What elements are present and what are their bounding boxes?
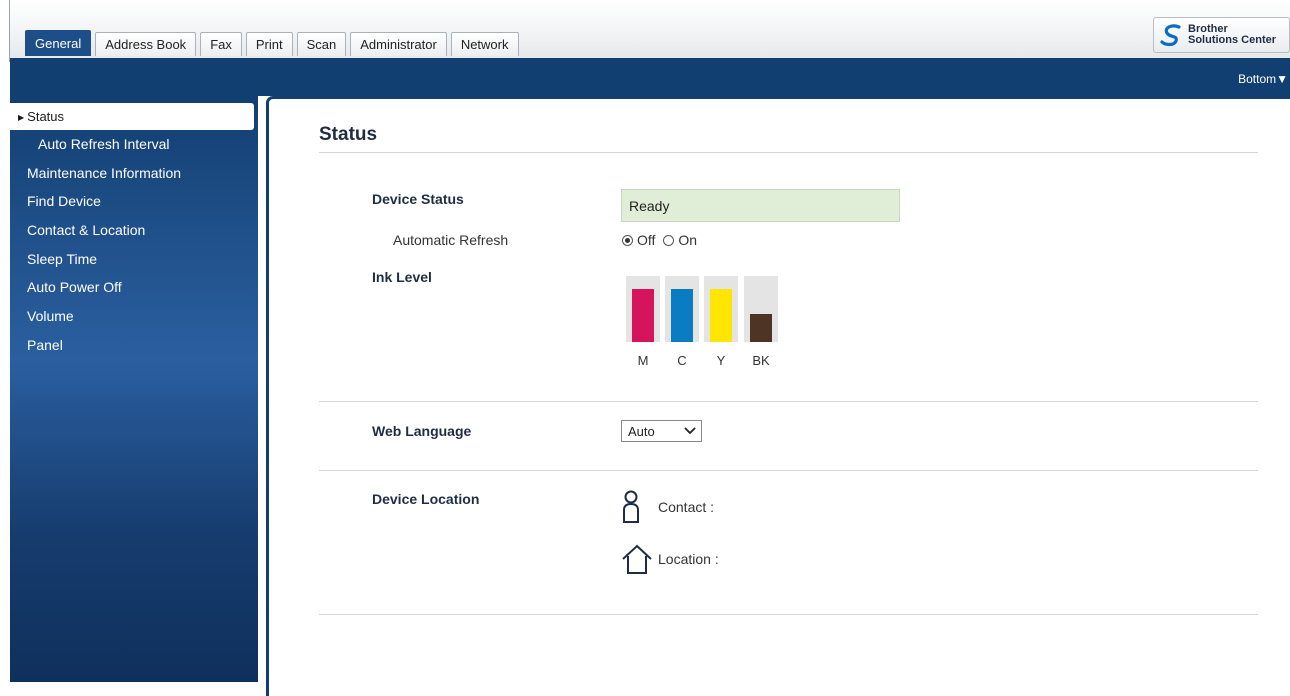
refresh-on-label: On	[678, 232, 698, 248]
automatic-refresh-options: Off On	[622, 232, 697, 248]
refresh-on-radio[interactable]	[663, 234, 675, 246]
ink-label-m: M	[637, 353, 649, 368]
ink-level-label: Ink Level	[372, 269, 432, 285]
person-icon	[623, 490, 639, 523]
section-divider	[319, 614, 1258, 615]
sidebar	[10, 96, 258, 682]
web-language-label: Web Language	[372, 423, 472, 439]
sidebar-item-auto-refresh-interval[interactable]: Auto Refresh Interval	[38, 136, 170, 152]
tab-fax[interactable]: Fax	[200, 32, 242, 56]
caret-right-icon: ▶	[18, 113, 25, 122]
automatic-refresh-label: Automatic Refresh	[393, 232, 509, 248]
sidebar-item-panel[interactable]: Panel	[27, 337, 63, 353]
solutions-center-line2: Solutions Center	[1188, 34, 1277, 46]
tab-administrator[interactable]: Administrator	[350, 32, 447, 56]
section-divider	[319, 401, 1258, 402]
page-title: Status	[319, 124, 378, 145]
sidebar-item-maintenance-information[interactable]: Maintenance Information	[27, 165, 181, 181]
refresh-off-label: Off	[637, 232, 656, 248]
sidebar-item-auto-power-off[interactable]: Auto Power Off	[27, 279, 122, 295]
tab-network[interactable]: Network	[450, 32, 519, 56]
chevron-down-icon	[684, 427, 696, 435]
ink-label-y: Y	[716, 353, 726, 368]
brother-logo-icon	[1160, 24, 1181, 47]
location-row: Location :	[620, 542, 719, 576]
solutions-center-button[interactable]: Brother Solutions Center	[1153, 17, 1290, 53]
ink-fill-m	[632, 289, 654, 342]
sidebar-item-contact-location[interactable]: Contact & Location	[27, 222, 145, 238]
refresh-off-radio[interactable]	[622, 234, 633, 246]
solutions-center-label: Brother Solutions Center	[1188, 24, 1276, 46]
sidebar-item-sleep-time[interactable]: Sleep Time	[27, 251, 97, 267]
device-location-label: Device Location	[372, 491, 480, 507]
tab-print[interactable]: Print	[245, 32, 293, 56]
device-status-label: Device Status	[372, 191, 464, 207]
tab-general[interactable]: General	[25, 30, 92, 56]
ink-gauge-bk	[744, 276, 778, 342]
contact-label: Contact :	[658, 499, 715, 515]
contact-row: Contact :	[620, 489, 714, 525]
tab-list: General Address Book Fax Print Scan Admi…	[25, 30, 523, 56]
header-band: Bottom▼	[10, 58, 1290, 96]
title-divider	[319, 152, 1258, 153]
web-language-select[interactable]: Auto	[621, 420, 702, 442]
tab-address-book[interactable]: Address Book	[95, 32, 197, 56]
ink-gauge-y	[704, 276, 738, 342]
ink-fill-c	[671, 289, 693, 342]
ink-fill-y	[710, 289, 732, 342]
ink-gauge-c	[665, 276, 699, 342]
sidebar-item-status[interactable]: ▶ Status	[10, 103, 254, 130]
house-icon	[622, 544, 652, 574]
sidebar-item-volume[interactable]: Volume	[27, 308, 74, 324]
section-divider	[319, 470, 1258, 471]
tab-scan[interactable]: Scan	[296, 32, 347, 56]
sidebar-item-find-device[interactable]: Find Device	[27, 193, 101, 209]
location-label: Location :	[658, 551, 719, 567]
ink-gauge-m	[626, 276, 660, 342]
content-panel	[266, 96, 1290, 696]
bottom-link[interactable]: Bottom▼	[1238, 72, 1288, 86]
device-status-value: Ready	[621, 189, 900, 222]
web-language-value: Auto	[628, 423, 655, 439]
sidebar-item-label: Status	[27, 109, 65, 124]
ink-fill-bk	[750, 314, 772, 342]
ink-label-c: C	[677, 353, 687, 368]
top-tab-bar: General Address Book Fax Print Scan Admi…	[10, 0, 1290, 58]
ink-label-bk: BK	[752, 353, 770, 368]
